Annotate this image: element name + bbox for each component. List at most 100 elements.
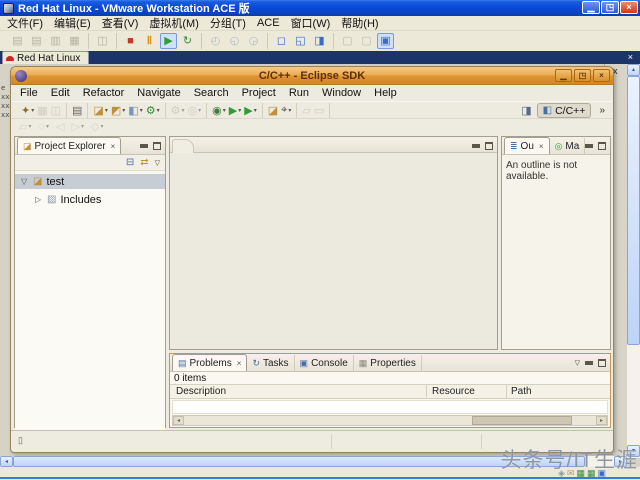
next-annotation-button[interactable]: ▱ xyxy=(302,103,310,118)
open-perspective-icon[interactable]: ◨ xyxy=(521,104,531,117)
fullscreen-button[interactable]: ◻ xyxy=(273,33,290,49)
new-cpp-project-button[interactable]: ◩ ▾ xyxy=(111,103,125,118)
vm-settings-icon[interactable]: ◫ xyxy=(94,33,111,49)
maximize-view-icon[interactable] xyxy=(485,142,493,150)
eclipse-menu-item[interactable]: Edit xyxy=(51,87,70,99)
column-resource[interactable]: Resource xyxy=(432,386,475,397)
tab-outline[interactable]: ≣ Ou × xyxy=(504,137,550,154)
vmware-menu-item[interactable]: 帮助(H) xyxy=(341,15,378,31)
profile-icon[interactable]: ◎ ▾ xyxy=(188,103,202,118)
save-all-button[interactable]: ◫ xyxy=(51,103,61,118)
eclipse-menu-item[interactable]: Window xyxy=(322,87,361,99)
perspective-cpp-button[interactable]: ◧ C/C++ xyxy=(536,103,592,118)
editor-empty-area[interactable] xyxy=(170,153,497,349)
vm-tool-icon-4[interactable]: ▦ xyxy=(66,33,83,49)
debug-button[interactable]: ◉ ▾ xyxy=(212,103,226,118)
eclipse-maximize-button[interactable]: ◳ xyxy=(574,69,591,82)
vmware-menu-item[interactable]: 虚拟机(M) xyxy=(149,15,199,31)
scrollbar-thumb[interactable] xyxy=(627,76,640,345)
save-button[interactable]: ▦ xyxy=(37,103,47,118)
scrollbar-thumb[interactable] xyxy=(472,416,573,425)
scroll-up-icon[interactable]: ▴ xyxy=(627,64,640,76)
scroll-right-icon[interactable]: ▸ xyxy=(596,416,607,425)
console-vertical-scrollbar[interactable]: ▴ ▾ xyxy=(627,64,640,458)
nav-icon-2[interactable]: ◌ ▾ xyxy=(38,119,49,134)
tree-item-includes[interactable]: ▷ ▨ Includes xyxy=(15,192,165,207)
search-button[interactable]: ⌖ ▾ xyxy=(281,103,291,118)
view-menu-icon[interactable]: ▽ xyxy=(575,359,580,367)
minimize-button[interactable]: ▁ xyxy=(582,1,600,14)
external-tools-button[interactable]: ▶ ▾ xyxy=(244,103,256,118)
tab-project-explorer[interactable]: ◪ Project Explorer × xyxy=(17,137,122,154)
suspend-button[interactable]: Ⅱ xyxy=(141,33,158,49)
tab-make-targets[interactable]: ◎ Ma xyxy=(550,138,586,154)
eclipse-menu-item[interactable]: Project xyxy=(242,87,276,99)
minimize-view-icon[interactable] xyxy=(585,361,593,365)
vmware-menu-item[interactable]: 文件(F) xyxy=(7,15,43,31)
eclipse-menu-item[interactable]: Refactor xyxy=(83,87,125,99)
minimize-view-icon[interactable] xyxy=(585,144,593,148)
wrench-icon[interactable]: ⚙ ▾ xyxy=(171,103,185,118)
eclipse-menu-item[interactable]: Run xyxy=(289,87,309,99)
print-button[interactable]: ▤ xyxy=(72,103,82,118)
new-c-file-button[interactable]: ◧ ▾ xyxy=(128,103,142,118)
collapse-all-icon[interactable]: ⊟ xyxy=(126,157,134,168)
previous-annotation-button[interactable]: ▭ xyxy=(314,103,324,118)
vmware-menu-item[interactable]: 查看(V) xyxy=(102,15,139,31)
vmware-menu-item[interactable]: 编辑(E) xyxy=(54,15,91,31)
vm-tab-redhat-linux[interactable]: Red Hat Linux xyxy=(2,51,90,64)
new-wizard-button[interactable]: ✦ ▾ xyxy=(21,103,34,118)
unity-button[interactable]: ◨ xyxy=(311,33,328,49)
scroll-left-icon[interactable]: ◂ xyxy=(173,416,184,425)
perspective-chevron-icon[interactable]: » xyxy=(599,105,605,116)
run-button[interactable]: ▶ ▾ xyxy=(229,103,241,118)
minimize-view-icon[interactable] xyxy=(472,144,480,148)
column-path[interactable]: Path xyxy=(511,386,532,397)
reset-button[interactable]: ↻ xyxy=(179,33,196,49)
new-c-project-button[interactable]: ◪ ▾ xyxy=(93,103,107,118)
back-icon[interactable]: ◁ xyxy=(56,119,64,134)
view-menu-icon[interactable]: ▽ xyxy=(155,159,160,167)
eclipse-menu-item[interactable]: Search xyxy=(194,87,229,99)
appliance-view-button[interactable]: ▣ xyxy=(377,33,394,49)
maximize-view-icon[interactable] xyxy=(598,142,606,150)
vm-tool-icon-3[interactable]: ▥ xyxy=(47,33,64,49)
tab-tasks[interactable]: ↻ Tasks xyxy=(247,355,295,371)
eclipse-close-button[interactable]: × xyxy=(593,69,610,82)
power-on-button[interactable]: ▶ xyxy=(160,33,177,49)
build-button[interactable]: ⚙ ▾ xyxy=(146,103,160,118)
close-view-icon[interactable]: × xyxy=(539,142,544,151)
maximize-view-icon[interactable] xyxy=(153,142,161,150)
open-resource-button[interactable]: ◪ xyxy=(268,103,278,118)
snapshot-manager-button[interactable]: ◶ xyxy=(245,33,262,49)
vm-tool-icon-1[interactable]: ▤ xyxy=(9,33,26,49)
tree-expander-icon[interactable]: ▽ xyxy=(21,177,29,186)
vm-tab-close-icon[interactable]: × xyxy=(628,51,633,64)
forward-icon[interactable]: ▷ ▾ xyxy=(72,119,84,134)
tab-properties[interactable]: ▦ Properties xyxy=(354,355,422,371)
vmware-menu-item[interactable]: ACE xyxy=(257,17,280,29)
eclipse-menu-item[interactable]: File xyxy=(20,87,38,99)
eclipse-menu-item[interactable]: Help xyxy=(374,87,397,99)
close-button[interactable]: × xyxy=(620,1,638,14)
quick-switch-button[interactable]: ◱ xyxy=(292,33,309,49)
console-view-button[interactable]: ▢ xyxy=(358,33,375,49)
tree-item-test[interactable]: ▽ ◪ test xyxy=(15,174,165,189)
tree-expander-icon[interactable]: ▷ xyxy=(35,195,43,204)
scroll-left-icon[interactable]: ◂ xyxy=(0,456,13,467)
close-view-icon[interactable]: × xyxy=(111,142,116,151)
summary-view-button[interactable]: ▢ xyxy=(339,33,356,49)
tab-console[interactable]: ▣ Console xyxy=(295,355,354,371)
revert-snapshot-button[interactable]: ◵ xyxy=(226,33,243,49)
close-view-icon[interactable]: × xyxy=(237,359,242,368)
nav-icon-1[interactable]: ▱ ▾ xyxy=(19,119,31,134)
vm-tool-icon-2[interactable]: ▤ xyxy=(28,33,45,49)
vmware-menu-item[interactable]: 分组(T) xyxy=(210,15,246,31)
link-with-editor-icon[interactable]: ⇄ xyxy=(140,157,148,168)
nav-icon-3[interactable]: ◇ ▾ xyxy=(91,119,103,134)
scrollbar-thumb[interactable] xyxy=(13,456,585,467)
restore-button[interactable]: ◳ xyxy=(601,1,619,14)
maximize-view-icon[interactable] xyxy=(598,359,606,367)
eclipse-menu-item[interactable]: Navigate xyxy=(137,87,180,99)
tab-problems[interactable]: ▤ Problems × xyxy=(172,354,248,371)
